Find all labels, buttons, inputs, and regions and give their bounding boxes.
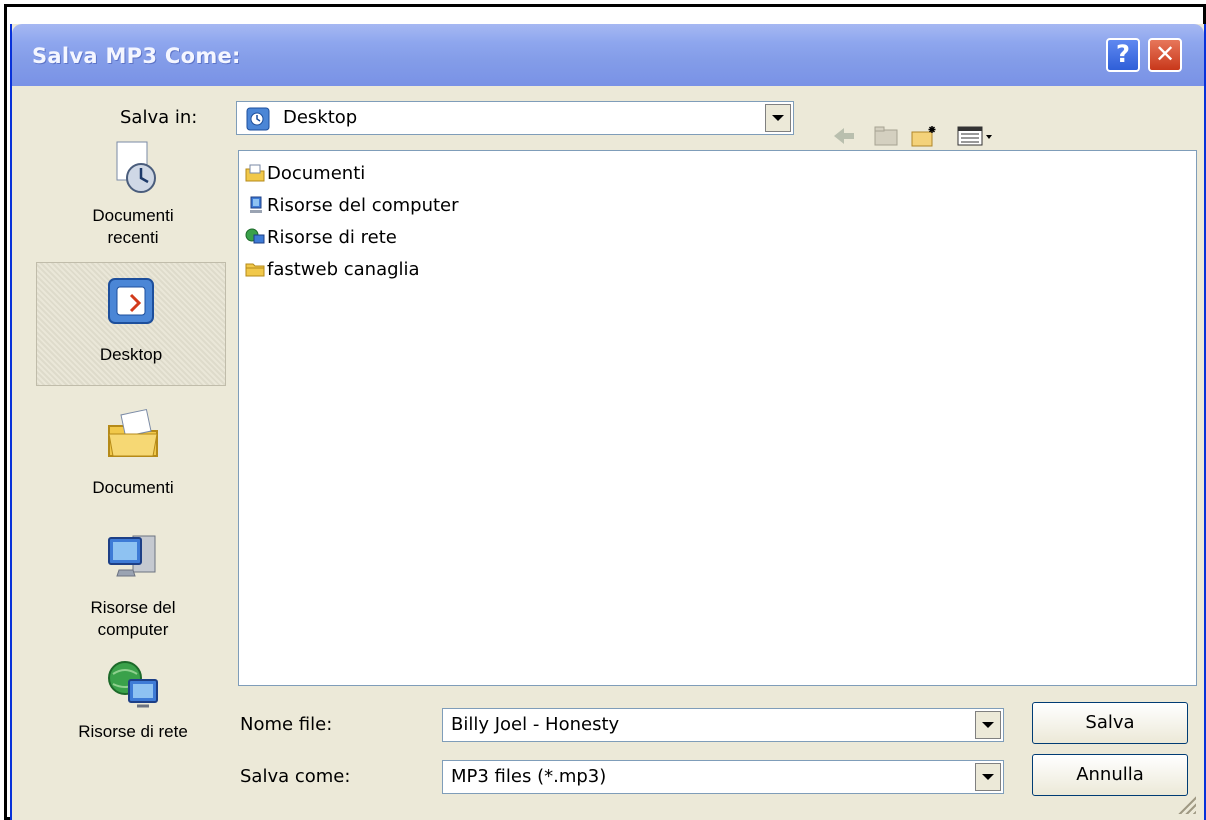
filetype-dropdown[interactable]: MP3 files (*.mp3): [442, 760, 1004, 794]
chevron-down-icon[interactable]: [765, 104, 791, 132]
documents-folder-icon: [245, 164, 265, 182]
save-in-label: Salva in:: [120, 107, 198, 128]
back-arrow-icon[interactable]: [830, 124, 858, 148]
resize-grip[interactable]: [1178, 796, 1196, 814]
my-documents-icon: [108, 408, 158, 457]
file-item-fastweb[interactable]: fastweb canaglia: [245, 257, 420, 281]
network-icon: [245, 228, 265, 244]
window-title: Salva MP3 Come:: [32, 44, 241, 68]
places-item-recent[interactable]: Documenti recenti: [38, 136, 228, 264]
desktop-small-icon: [246, 107, 270, 131]
chevron-down-icon[interactable]: [975, 711, 1001, 739]
file-item-computer[interactable]: Risorse del computer: [245, 193, 459, 217]
filetype-label: Salva come:: [240, 766, 351, 787]
view-menu-icon[interactable]: [956, 124, 996, 148]
chevron-down-icon[interactable]: [975, 763, 1001, 791]
file-item-network[interactable]: Risorse di rete: [245, 225, 397, 249]
filetype-value: MP3 files (*.mp3): [451, 766, 607, 787]
filename-value: Billy Joel - Honesty: [451, 714, 620, 735]
computer-icon: [250, 196, 262, 213]
places-item-desktop[interactable]: Desktop: [36, 262, 226, 386]
filename-label: Nome file:: [240, 714, 333, 735]
title-bar[interactable]: Salva MP3 Come: ? ✕: [12, 24, 1204, 86]
file-list[interactable]: Documenti Risorse del computer Risorse d…: [238, 150, 1197, 686]
places-item-computer[interactable]: Risorse del computer: [38, 526, 228, 656]
cancel-button[interactable]: Annulla: [1032, 754, 1188, 796]
save-in-value: Desktop: [283, 107, 358, 128]
my-computer-icon: [108, 535, 156, 577]
places-item-network[interactable]: Risorse di rete: [38, 656, 228, 741]
up-folder-icon[interactable]: [872, 124, 900, 148]
help-button[interactable]: ?: [1106, 38, 1140, 72]
close-button[interactable]: ✕: [1148, 38, 1182, 72]
file-item-documenti[interactable]: Documenti: [245, 161, 365, 185]
new-folder-icon[interactable]: [910, 124, 938, 148]
folder-icon: [245, 263, 265, 277]
filename-input[interactable]: Billy Joel - Honesty: [442, 708, 1004, 742]
places-item-documents[interactable]: Documenti: [38, 404, 228, 516]
places-bar: Documenti recenti Desktop Documenti Riso…: [36, 136, 228, 741]
save-button[interactable]: Salva: [1032, 702, 1188, 744]
desktop-icon: [108, 278, 154, 324]
recent-documents-icon: [116, 141, 156, 193]
save-as-dialog: Salva MP3 Come: ? ✕ Salva in: Desktop Do…: [10, 24, 1206, 820]
network-places-icon: [108, 661, 158, 708]
save-in-dropdown[interactable]: Desktop: [236, 101, 794, 135]
